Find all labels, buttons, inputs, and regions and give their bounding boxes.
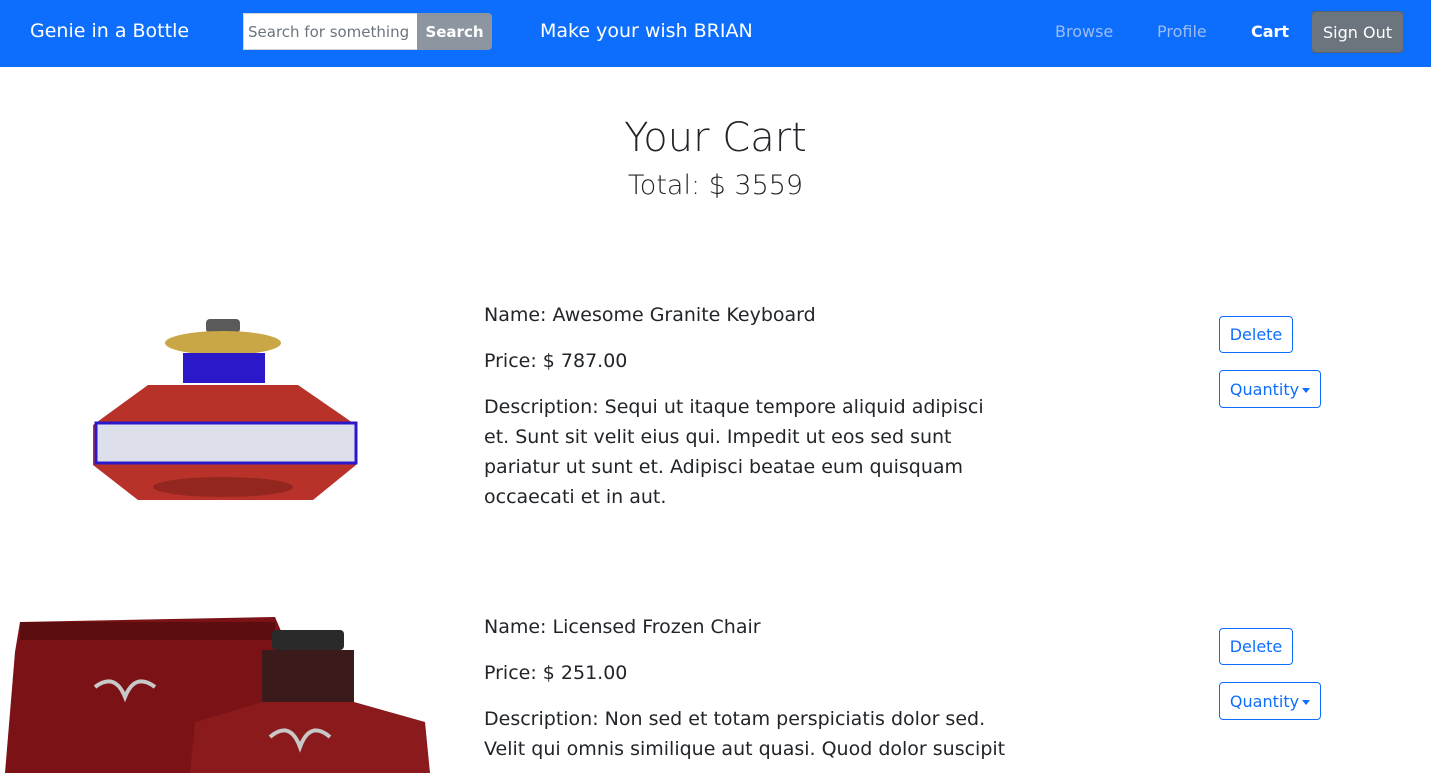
quantity-dropdown[interactable]: Quantity <box>1219 370 1321 408</box>
greeting-text: Make your wish BRIAN <box>540 20 753 42</box>
nav-cart-link[interactable]: Cart <box>1251 22 1289 41</box>
item-description: Description: Non sed et totam perspiciat… <box>484 708 1006 760</box>
bottle-cap-icon <box>165 331 281 355</box>
item-name: Name: Licensed Frozen Chair <box>484 616 761 638</box>
sign-out-button[interactable]: Sign Out <box>1311 11 1404 53</box>
quantity-label: Quantity <box>1229 691 1300 711</box>
product-image-liquor-box <box>5 617 430 773</box>
item-price: Price: $ 251.00 <box>484 662 628 684</box>
delete-button[interactable]: Delete <box>1219 316 1293 353</box>
bottle-stopper-icon <box>206 319 240 333</box>
caret-down-icon <box>1302 699 1311 705</box>
search-input[interactable] <box>243 13 417 50</box>
search-button[interactable]: Search <box>417 13 492 50</box>
nav-profile-link[interactable]: Profile <box>1157 22 1207 41</box>
caret-down-icon <box>1302 387 1311 393</box>
product-image-liquor-bottle <box>93 319 358 500</box>
page-title: Your Cart <box>624 115 807 161</box>
quantity-label: Quantity <box>1229 379 1300 399</box>
brand-link[interactable]: Genie in a Bottle <box>30 20 189 42</box>
nav-browse-link[interactable]: Browse <box>1055 22 1113 41</box>
quantity-dropdown[interactable]: Quantity <box>1219 682 1321 720</box>
bottle-neck-label-icon <box>183 353 265 383</box>
bottle-cap-icon <box>272 630 344 650</box>
item-description: Description: Sequi ut itaque tempore ali… <box>484 396 984 508</box>
item-name: Name: Awesome Granite Keyboard <box>484 304 816 326</box>
item-price: Price: $ 787.00 <box>484 350 628 372</box>
bottle-label-icon <box>94 421 358 465</box>
navbar: Genie in a Bottle Search Make your wish … <box>0 0 1431 67</box>
delete-button[interactable]: Delete <box>1219 628 1293 665</box>
cart-total: Total: $ 3559 <box>627 170 804 201</box>
